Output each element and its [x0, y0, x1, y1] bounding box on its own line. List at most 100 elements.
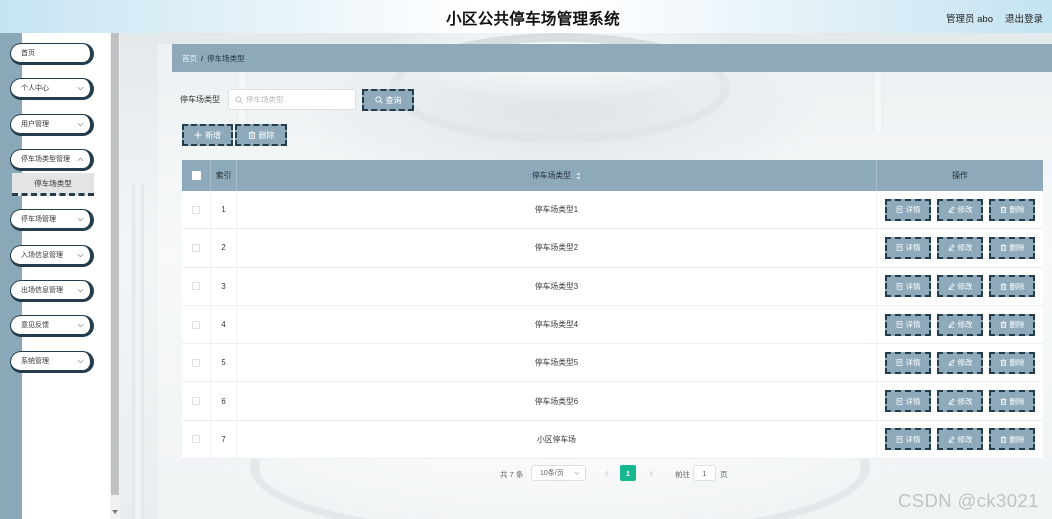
edit-icon — [948, 206, 955, 214]
row-checkbox[interactable] — [192, 358, 200, 367]
detail-button-label: 详情 — [905, 396, 921, 406]
delete-button[interactable]: 删除 — [989, 428, 1035, 451]
row-parking-type: 停车场类型1 — [534, 205, 579, 215]
delete-button[interactable]: 删除 — [989, 275, 1035, 298]
sidebar-scrollbar[interactable] — [110, 33, 120, 519]
sort-icon[interactable] — [576, 172, 581, 180]
edit-icon — [948, 359, 955, 367]
query-button[interactable]: 查询 — [362, 89, 414, 111]
detail-button-label: 详情 — [905, 320, 921, 330]
scrollbar-thumb[interactable] — [111, 33, 119, 495]
search-input-field[interactable] — [246, 95, 350, 104]
trash-icon — [1000, 436, 1007, 443]
row-checkbox[interactable] — [192, 435, 200, 444]
search-input[interactable] — [228, 89, 356, 110]
trash-icon — [1000, 397, 1007, 405]
data-table: 索引 停车场类型 操作 1 停车场类型1 详情 修改 删除 2 停车场类型2 详情 修改 删除 3 停… — [182, 160, 1043, 460]
detail-button[interactable]: 详情 — [885, 351, 931, 374]
sidebar-subitem-parking-type[interactable]: 停车场类型 — [12, 173, 94, 196]
chevron-down-icon — [77, 86, 84, 91]
header-type-cell[interactable]: 停车场类型 — [237, 160, 877, 191]
sidebar-item-profile[interactable]: 个人中心 — [10, 78, 94, 100]
row-type-cell: 停车场类型6 — [237, 382, 877, 420]
delete-button[interactable]: 删除 — [989, 236, 1035, 259]
column-header-actions: 操作 — [952, 171, 968, 180]
edit-button[interactable]: 修改 — [937, 275, 983, 298]
sidebar-item-home[interactable]: 首页 — [10, 43, 94, 65]
sidebar-item-exit-info[interactable]: 出场信息管理 — [10, 280, 94, 302]
row-checkbox[interactable] — [192, 397, 200, 406]
row-type-cell: 小区停车场 — [237, 420, 877, 459]
detail-button[interactable]: 详情 — [885, 428, 931, 451]
detail-button[interactable]: 详情 — [885, 275, 931, 298]
delete-button-label: 删除 — [1009, 358, 1025, 368]
row-actions-cell: 详情 修改 删除 — [877, 268, 1043, 305]
row-index: 7 — [221, 434, 226, 444]
scroll-down-arrow-icon[interactable] — [112, 510, 118, 514]
row-checkbox[interactable] — [192, 205, 200, 214]
delete-button[interactable]: 删除 — [989, 351, 1035, 374]
goto-page-input[interactable]: 1 — [693, 465, 716, 481]
batch-delete-button[interactable]: 删除 — [235, 124, 287, 146]
batch-delete-button-label: 删除 — [258, 130, 275, 140]
row-checkbox[interactable] — [192, 282, 200, 291]
detail-button[interactable]: 详情 — [885, 313, 931, 336]
detail-button[interactable]: 详情 — [885, 198, 931, 221]
table-header: 索引 停车场类型 操作 — [182, 160, 1043, 191]
edit-icon — [948, 321, 955, 328]
edit-button[interactable]: 修改 — [937, 428, 983, 451]
edit-button[interactable]: 修改 — [937, 351, 983, 374]
edit-button[interactable]: 修改 — [937, 198, 983, 221]
detail-button[interactable]: 详情 — [885, 390, 931, 413]
row-parking-type: 停车场类型2 — [534, 243, 579, 253]
edit-button-label: 修改 — [957, 243, 973, 253]
edit-button[interactable]: 修改 — [937, 236, 983, 259]
select-all-checkbox[interactable] — [191, 171, 201, 180]
delete-button-label: 删除 — [1009, 243, 1025, 253]
edit-button[interactable]: 修改 — [937, 390, 983, 413]
row-checkbox[interactable] — [192, 320, 200, 329]
sidebar-item-parking-lot-mgmt[interactable]: 停车场管理 — [10, 209, 94, 231]
breadcrumb-home[interactable]: 首页 — [182, 53, 197, 64]
table-row: 2 停车场类型2 详情 修改 删除 — [182, 229, 1043, 268]
add-button[interactable]: 新增 — [182, 124, 233, 146]
current-user: 管理员 abo — [946, 14, 993, 25]
detail-button-label: 详情 — [905, 358, 921, 368]
breadcrumb-separator: / — [201, 53, 204, 63]
row-index: 6 — [221, 396, 226, 406]
chevron-down-icon — [77, 253, 84, 258]
page-size-select[interactable]: 10条/页 — [531, 465, 586, 481]
edit-button[interactable]: 修改 — [937, 313, 983, 336]
table-row: 1 停车场类型1 详情 修改 删除 — [182, 191, 1043, 230]
column-header-type[interactable]: 停车场类型 — [532, 170, 571, 181]
row-index-cell: 6 — [211, 382, 237, 420]
column-header-index: 索引 — [215, 171, 232, 180]
sidebar-item-parking-type-mgmt[interactable]: 停车场类型管理 — [10, 149, 94, 171]
delete-button[interactable]: 删除 — [989, 313, 1035, 336]
next-page-button[interactable] — [644, 465, 658, 481]
page-number-current[interactable]: 1 — [620, 465, 636, 481]
delete-button[interactable]: 删除 — [989, 390, 1035, 413]
row-checkbox-cell — [182, 420, 211, 459]
edit-icon — [948, 283, 955, 290]
row-parking-type: 停车场类型3 — [534, 281, 579, 291]
delete-button[interactable]: 删除 — [989, 198, 1035, 221]
detail-button-label: 详情 — [905, 243, 921, 253]
row-type-cell: 停车场类型5 — [237, 344, 877, 382]
sidebar-item-system[interactable]: 系统管理 — [10, 351, 94, 373]
trash-icon — [1000, 359, 1007, 367]
edit-button-label: 修改 — [957, 281, 973, 291]
page-size-value: 10条/页 — [540, 470, 564, 477]
sidebar-item-users[interactable]: 用户管理 — [10, 114, 94, 136]
sidebar-item-feedback[interactable]: 意见反馈 — [10, 315, 94, 337]
sidebar-item-entry-info[interactable]: 入场信息管理 — [10, 245, 94, 267]
prev-page-button[interactable] — [600, 465, 614, 481]
chevron-left-icon — [605, 470, 609, 477]
row-type-cell: 停车场类型3 — [237, 267, 877, 305]
logout-link[interactable]: 退出登录 — [1005, 11, 1043, 25]
breadcrumb: 首页 / 停车场类型 — [172, 44, 1052, 72]
detail-button[interactable]: 详情 — [885, 236, 931, 259]
document-icon — [896, 282, 903, 290]
row-checkbox[interactable] — [192, 243, 200, 252]
edit-icon — [948, 244, 955, 252]
